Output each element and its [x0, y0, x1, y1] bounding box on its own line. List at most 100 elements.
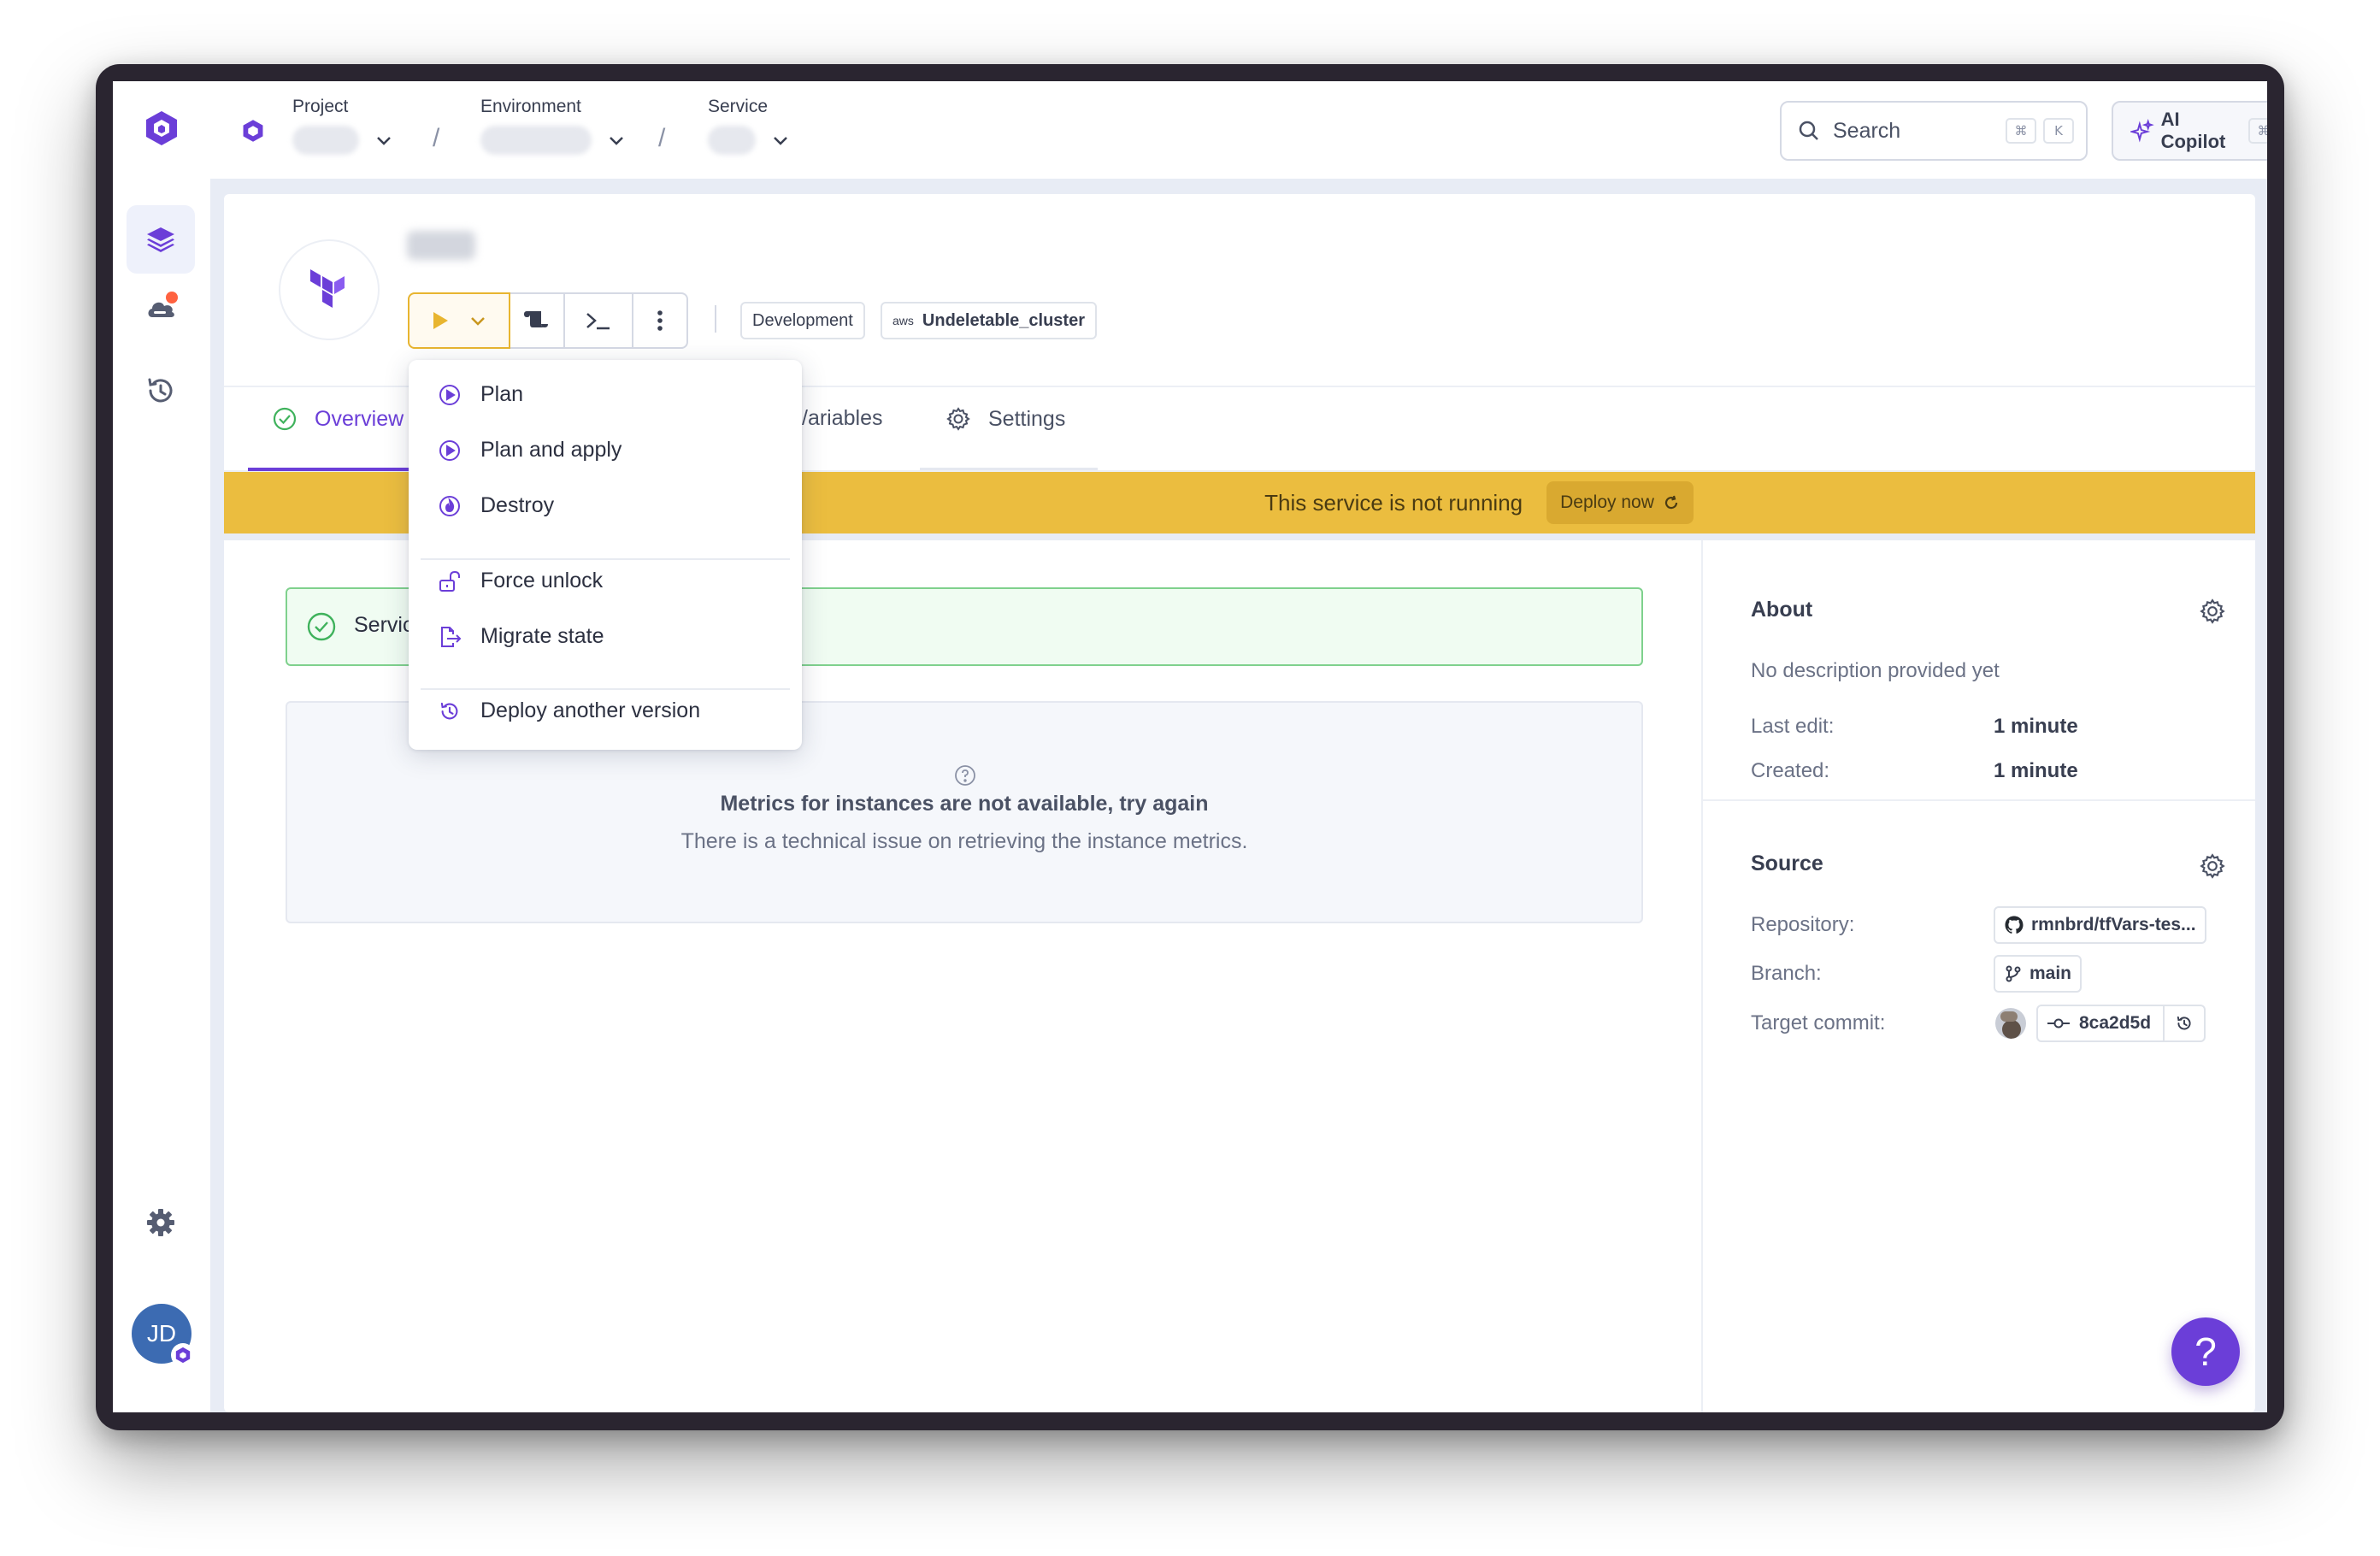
chevron-down-icon: [774, 137, 787, 145]
branch-pill[interactable]: main: [1994, 955, 2082, 993]
unlock-icon: [439, 570, 460, 592]
branch-value: main: [2029, 964, 2072, 983]
kebab-menu-icon: [657, 310, 663, 331]
menu-item-destroy[interactable]: Destroy: [438, 493, 554, 518]
tab-hover-indicator: [920, 468, 1098, 470]
breadcrumb-service[interactable]: Service: [708, 97, 790, 155]
service-actions-group: [408, 292, 688, 349]
search-placeholder: Search: [1833, 118, 1901, 143]
environment-tag-label: Development: [752, 310, 853, 330]
chevron-down-icon: [471, 317, 485, 326]
about-title: About: [1751, 598, 1813, 622]
menu-item-deploy-another-version-label: Deploy another version: [480, 698, 701, 722]
org-badge-icon: [171, 1343, 195, 1367]
user-avatar[interactable]: JD: [132, 1304, 195, 1367]
metrics-title: Metrics for instances are not available,…: [720, 792, 1209, 816]
tab-variables[interactable]: /ariables: [802, 406, 883, 431]
commit-history-button[interactable]: [2163, 1006, 2204, 1040]
gear-icon: [147, 1209, 174, 1236]
menu-item-plan-and-apply-label: Plan and apply: [480, 438, 622, 462]
breadcrumb-separator: /: [658, 124, 666, 152]
nav-history[interactable]: [127, 357, 195, 425]
tab-overview[interactable]: Overview: [272, 406, 404, 432]
last-edit-label: Last edit:: [1751, 715, 1835, 738]
history-icon: [2177, 1016, 2191, 1030]
qovery-logo-icon[interactable]: [143, 109, 180, 147]
metrics-subtitle: There is a technical issue on retrieving…: [680, 829, 1248, 853]
right-panel-separator: [1703, 799, 2255, 801]
menu-item-plan-label: Plan: [480, 382, 524, 406]
nav-clusters[interactable]: [127, 274, 195, 343]
breadcrumb-separator: /: [433, 124, 440, 152]
created-value: 1 minute: [1994, 759, 2078, 782]
top-bar: Project / Environment / Service Search ⌘…: [210, 81, 2267, 180]
nav-settings[interactable]: [127, 1188, 195, 1257]
help-button[interactable]: ?: [2171, 1317, 2240, 1386]
tab-variables-label: /ariables: [802, 406, 883, 430]
history-icon: [440, 702, 458, 719]
menu-item-plan[interactable]: Plan: [438, 382, 523, 407]
kbd-cmd: ⌘: [2006, 118, 2036, 144]
source-title: Source: [1751, 852, 1823, 875]
nav-services[interactable]: [127, 205, 195, 274]
kbd-k: K: [2043, 118, 2074, 144]
more-options-button[interactable]: [633, 294, 686, 347]
terminal-button[interactable]: [565, 294, 633, 347]
menu-separator: [421, 688, 790, 690]
active-tab-indicator: [248, 468, 409, 471]
ai-copilot-button[interactable]: AI Copilot ⌘ i: [2112, 101, 2267, 161]
service-title: [407, 231, 475, 260]
chevron-down-icon: [610, 137, 623, 145]
source-settings-icon[interactable]: [2199, 852, 2226, 880]
github-icon: [2005, 916, 2024, 934]
menu-item-force-unlock[interactable]: Force unlock: [438, 569, 603, 593]
environment-tag[interactable]: Development: [740, 302, 865, 339]
sparkles-icon: [2130, 119, 2154, 143]
question-circle-icon: [955, 765, 975, 786]
app-screen: JD Project / Environment / Service Searc…: [113, 81, 2267, 1412]
refresh-icon: [1664, 495, 1677, 510]
branch-label: Branch:: [1751, 962, 1822, 985]
search-icon: [1799, 121, 1818, 140]
tab-settings-label: Settings: [988, 406, 1066, 431]
notification-dot: [166, 292, 178, 304]
menu-item-migrate-state[interactable]: Migrate state: [438, 624, 604, 649]
deploy-dropdown-button[interactable]: [408, 292, 510, 349]
search-input[interactable]: Search ⌘ K: [1780, 101, 2088, 161]
commit-pill[interactable]: 8ca2d5d: [2036, 1005, 2206, 1042]
avatar-initials: JD: [146, 1320, 177, 1347]
deploy-actions-menu: Plan Plan and apply Destroy Force unlock…: [409, 360, 802, 750]
deploy-now-button[interactable]: Deploy now: [1546, 481, 1694, 524]
target-commit-label: Target commit:: [1751, 1011, 1886, 1034]
layers-icon: [147, 227, 174, 252]
menu-item-plan-and-apply[interactable]: Plan and apply: [438, 438, 622, 463]
organization-logo-icon[interactable]: [241, 119, 265, 143]
tab-overview-label: Overview: [315, 406, 404, 431]
play-circle-icon: [439, 384, 460, 405]
last-edit-value: 1 minute: [1994, 715, 2078, 738]
cluster-tag-label: Undeletable_cluster: [922, 310, 1085, 330]
about-settings-icon[interactable]: [2199, 598, 2226, 625]
kbd-cmd: ⌘: [2248, 118, 2267, 144]
tab-settings[interactable]: Settings: [946, 406, 1065, 432]
header-divider: [715, 305, 716, 333]
menu-item-deploy-another-version[interactable]: Deploy another version: [438, 698, 700, 723]
logs-button[interactable]: [509, 294, 565, 347]
deploy-now-label: Deploy now: [1560, 492, 1654, 512]
cluster-tag[interactable]: aws Undeletable_cluster: [881, 302, 1097, 339]
right-panel-divider: [1701, 540, 1703, 1412]
check-circle-icon: [307, 612, 336, 641]
repository-label: Repository:: [1751, 913, 1855, 936]
banner-message: This service is not running: [1264, 489, 1523, 516]
environment-name: [480, 126, 592, 155]
scroll-icon: [524, 311, 548, 327]
breadcrumb-environment[interactable]: Environment: [480, 97, 626, 155]
chevron-down-icon: [377, 137, 391, 145]
breadcrumb-project[interactable]: Project: [292, 97, 393, 155]
left-nav: JD: [113, 81, 212, 1412]
migrate-icon: [441, 626, 462, 647]
repository-link[interactable]: rmnbrd/tfVars-tes...: [1994, 906, 2206, 944]
project-label: Project: [292, 97, 349, 116]
project-name: [292, 126, 359, 155]
menu-separator: [421, 558, 790, 560]
